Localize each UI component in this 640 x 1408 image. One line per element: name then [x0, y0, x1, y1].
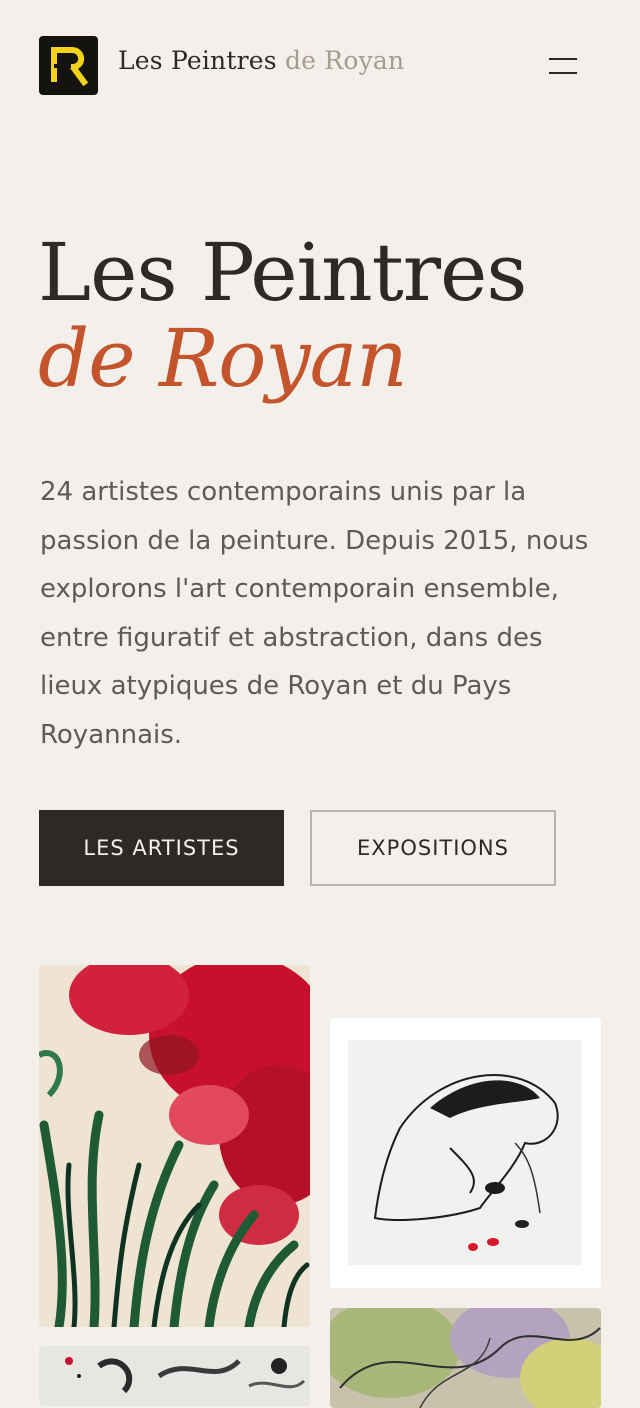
gallery-item-ink-splatter[interactable] [39, 1346, 310, 1406]
hero-title: Les Peintres de Royan [38, 230, 527, 405]
green-abstract-painting [330, 1308, 601, 1408]
gallery-item-red-flowers[interactable] [39, 965, 310, 1327]
brand-name[interactable]: Les Peintres de Royan [118, 46, 404, 75]
hero-intro: 24 artistes contemporains unis par la pa… [40, 477, 589, 750]
hero-title-line1: Les Peintres [38, 226, 527, 319]
hero-title-line2: de Royan [38, 312, 408, 405]
menu-button[interactable] [546, 52, 580, 80]
brand-name-part2: de Royan [284, 46, 405, 75]
ink-figure-drawing [330, 1018, 601, 1288]
site-header: Les Peintres de Royan [0, 0, 640, 130]
red-flowers-painting [39, 965, 310, 1327]
artists-button[interactable]: LES ARTISTES [39, 810, 284, 886]
exhibitions-button[interactable]: EXPOSITIONS [310, 810, 556, 886]
ink-splatter-painting [39, 1346, 310, 1406]
logo-icon[interactable] [39, 36, 98, 95]
menu-icon-bar-top [549, 58, 577, 60]
menu-icon-bar-bottom [549, 72, 577, 74]
brand-name-part1: Les Peintres [118, 46, 277, 75]
gallery-item-ink-figure[interactable] [330, 1018, 601, 1288]
gallery-item-green-abstract[interactable] [330, 1308, 601, 1408]
